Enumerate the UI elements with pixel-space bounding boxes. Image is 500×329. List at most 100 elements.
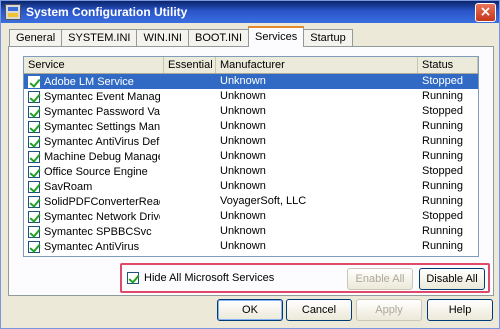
list-body: Adobe LM Service Unknown Stopped Symantec E… [24,74,478,254]
tab-strip: General SYSTEM.INI WIN.INI BOOT.INI Serv… [9,26,353,47]
service-row[interactable]: Machine Debug Manager Unknown Running [24,149,478,164]
service-name: SolidPDFConverterRead... [44,195,160,208]
essential-cell [164,239,216,254]
service-checkbox[interactable] [28,105,40,118]
manufacturer-cell: Unknown [220,135,266,147]
manufacturer-cell: VoyagerSoft, LLC [220,195,307,207]
service-name: Symantec SPBBCSvc [44,225,152,238]
help-button[interactable]: Help [427,299,493,321]
hide-microsoft-services-label: Hide All Microsoft Services [144,272,275,284]
service-cell: Adobe LM Service [24,74,164,89]
service-checkbox[interactable] [28,120,40,133]
service-checkbox[interactable] [28,210,40,223]
service-row[interactable]: SavRoam Unknown Running [24,179,478,194]
service-cell: Symantec SPBBCSvc [24,224,164,239]
status-cell: Stopped [422,165,463,177]
service-checkbox[interactable] [28,195,40,208]
status-cell: Running [422,135,463,147]
service-cell: Symantec Password Vali... [24,104,164,119]
service-row[interactable]: Symantec AntiVirus Defi... Unknown Running [24,134,478,149]
essential-cell [164,194,216,209]
service-cell: Machine Debug Manager [24,149,164,164]
column-header-essential[interactable]: Essential [164,57,216,73]
tab-startup[interactable]: Startup [303,29,353,47]
manufacturer-cell: Unknown [220,180,266,192]
manufacturer-cell: Unknown [220,165,266,177]
column-header-manufacturer[interactable]: Manufacturer [216,57,418,73]
service-name: Symantec Settings Mana... [44,120,160,133]
service-cell: Symantec Settings Mana... [24,119,164,134]
service-cell: Symantec Event Manager [24,89,164,104]
status-cell: Running [422,225,463,237]
service-row[interactable]: Symantec Password Vali... Unknown Stopped [24,104,478,119]
tab-services[interactable]: Services [248,26,305,47]
essential-cell [164,134,216,149]
apply-button[interactable]: Apply [356,299,422,321]
service-row[interactable]: Symantec AntiVirus Unknown Running [24,239,478,254]
service-name: Symantec AntiVirus Defi... [44,135,160,148]
essential-cell [164,149,216,164]
service-checkbox[interactable] [28,180,40,193]
disable-all-button[interactable]: Disable All [419,268,485,290]
service-name: Symantec Network Drive... [44,210,160,223]
manufacturer-cell: Unknown [220,150,266,162]
service-cell: SolidPDFConverterRead... [24,194,164,209]
service-checkbox[interactable] [28,135,40,148]
service-checkbox[interactable] [28,225,40,238]
service-checkbox[interactable] [28,165,40,178]
service-cell: Symantec AntiVirus Defi... [24,134,164,149]
status-cell: Running [422,180,463,192]
column-header-status[interactable]: Status [418,57,478,73]
hide-microsoft-services-option[interactable]: Hide All Microsoft Services [127,272,274,284]
status-cell: Running [422,240,463,252]
manufacturer-cell: Unknown [220,105,266,117]
tab-system-ini[interactable]: SYSTEM.INI [61,29,138,47]
ok-button[interactable]: OK [217,299,283,321]
service-row[interactable]: Symantec Event Manager Unknown Running [24,89,478,104]
essential-cell [164,179,216,194]
list-header: Service Essential Manufacturer Status [24,57,478,74]
status-cell: Stopped [422,75,463,87]
status-cell: Running [422,150,463,162]
system-configuration-window: System Configuration Utility × General S… [0,0,500,329]
service-checkbox[interactable] [28,75,40,88]
status-cell: Stopped [422,105,463,117]
service-cell: Symantec Network Drive... [24,209,164,224]
services-list[interactable]: Service Essential Manufacturer Status Ad… [23,56,479,257]
msconfig-app-icon [5,4,21,20]
service-cell: Symantec AntiVirus [24,239,164,254]
tab-general[interactable]: General [9,29,63,47]
service-checkbox[interactable] [28,240,40,253]
service-name: Symantec Password Vali... [44,105,160,118]
window-title: System Configuration Utility [26,5,188,19]
essential-cell [164,164,216,179]
service-row[interactable]: Office Source Engine Unknown Stopped [24,164,478,179]
close-button[interactable]: × [475,2,496,22]
manufacturer-cell: Unknown [220,90,266,102]
manufacturer-cell: Unknown [220,225,266,237]
manufacturer-cell: Unknown [220,240,266,252]
essential-cell [164,224,216,239]
column-header-service[interactable]: Service [24,57,164,73]
essential-cell [164,104,216,119]
service-row[interactable]: SolidPDFConverterRead... VoyagerSoft, LLC… [24,194,478,209]
manufacturer-cell: Unknown [220,120,266,132]
essential-cell [164,74,216,89]
service-row[interactable]: Symantec Network Drive... Unknown Stopped [24,209,478,224]
service-name: Machine Debug Manager [44,150,160,163]
service-row[interactable]: Adobe LM Service Unknown Stopped [24,74,478,89]
service-checkbox[interactable] [28,150,40,163]
cancel-button[interactable]: Cancel [286,299,352,321]
manufacturer-cell: Unknown [220,210,266,222]
tab-boot-ini[interactable]: BOOT.INI [187,29,250,47]
hide-microsoft-services-checkbox[interactable] [127,272,139,284]
enable-all-button[interactable]: Enable All [347,268,413,290]
services-panel: Service Essential Manufacturer Status Ad… [8,46,494,296]
service-row[interactable]: Symantec SPBBCSvc Unknown Running [24,224,478,239]
tab-win-ini[interactable]: WIN.INI [136,29,189,47]
title-bar[interactable]: System Configuration Utility × [1,1,499,23]
status-cell: Stopped [422,210,463,222]
service-checkbox[interactable] [28,90,40,103]
service-row[interactable]: Symantec Settings Mana... Unknown Running [24,119,478,134]
service-name: Adobe LM Service [44,75,134,88]
